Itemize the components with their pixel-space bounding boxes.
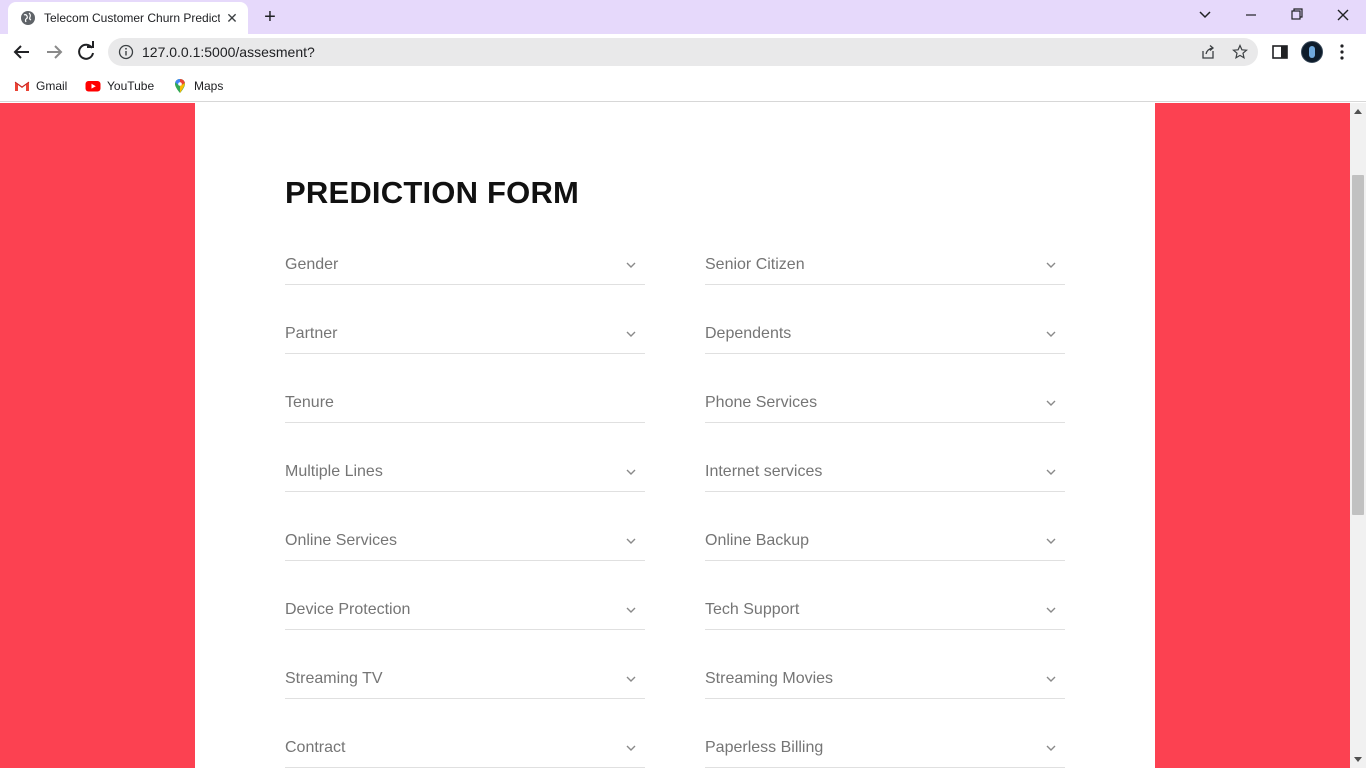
- chevron-down-icon: [1046, 538, 1056, 544]
- chevron-down-icon: [1046, 469, 1056, 475]
- device-protection-select[interactable]: Device Protection: [285, 592, 645, 630]
- field-label: Tech Support: [705, 601, 800, 618]
- reload-icon[interactable]: [73, 39, 99, 65]
- scroll-up-arrow-icon[interactable]: [1354, 109, 1362, 114]
- youtube-icon: [85, 80, 101, 92]
- bookmark-gmail[interactable]: Gmail: [14, 76, 67, 96]
- internet-services-select[interactable]: Internet services: [705, 454, 1065, 492]
- form-title: PREDICTION FORM: [285, 175, 580, 210]
- bookmark-maps[interactable]: Maps: [172, 76, 223, 96]
- partner-select[interactable]: Partner: [285, 316, 645, 354]
- form-card: PREDICTION FORM Gender Senior Citizen Pa…: [195, 103, 1155, 768]
- gmail-icon: [14, 81, 30, 91]
- globe-icon: [21, 11, 35, 25]
- side-panel-icon[interactable]: [1270, 42, 1290, 62]
- field-label: Partner: [285, 325, 338, 342]
- browser-titlebar: Telecom Customer Churn Predict ✕ +: [0, 0, 1366, 34]
- online-services-select[interactable]: Online Services: [285, 523, 645, 561]
- field-label: Online Services: [285, 532, 398, 549]
- gender-select[interactable]: Gender: [285, 247, 645, 285]
- tenure-input[interactable]: Tenure: [285, 385, 645, 423]
- share-icon[interactable]: [1200, 44, 1216, 60]
- field-label: Streaming TV: [285, 670, 383, 687]
- chevron-down-icon: [1046, 745, 1056, 751]
- tech-support-select[interactable]: Tech Support: [705, 592, 1065, 630]
- chevron-down-icon: [1046, 400, 1056, 406]
- maps-icon: [175, 78, 185, 93]
- field-label: Paperless Billing: [705, 739, 824, 756]
- contract-select[interactable]: Contract: [285, 730, 645, 768]
- chevron-down-icon: [1046, 607, 1056, 613]
- chevron-down-icon: [626, 469, 636, 475]
- senior-citizen-select[interactable]: Senior Citizen: [705, 247, 1065, 285]
- url-text[interactable]: 127.0.0.1:5000/assesment?: [142, 44, 315, 60]
- restore-icon[interactable]: [1282, 4, 1312, 26]
- field-label: Online Backup: [705, 532, 810, 549]
- field-label: Dependents: [705, 325, 792, 342]
- scrollbar-thumb[interactable]: [1352, 175, 1364, 515]
- field-label: Senior Citizen: [705, 256, 805, 273]
- browser-toolbar: 127.0.0.1:5000/assesment?: [0, 34, 1366, 70]
- new-tab-button[interactable]: +: [258, 6, 282, 28]
- info-icon[interactable]: [118, 44, 134, 60]
- close-tab-icon[interactable]: ✕: [224, 10, 240, 26]
- address-bar[interactable]: 127.0.0.1:5000/assesment?: [108, 38, 1258, 66]
- bookmark-label: YouTube: [107, 79, 155, 93]
- vertical-scrollbar[interactable]: [1350, 103, 1366, 768]
- close-window-icon[interactable]: [1328, 4, 1358, 26]
- online-backup-select[interactable]: Online Backup: [705, 523, 1065, 561]
- chevron-down-icon: [1046, 676, 1056, 682]
- tab-search-icon[interactable]: [1190, 4, 1220, 26]
- field-label: Gender: [285, 256, 339, 273]
- field-label: Contract: [285, 739, 346, 756]
- bookmark-label: Gmail: [36, 79, 68, 93]
- browser-tab[interactable]: Telecom Customer Churn Predict ✕: [8, 2, 248, 34]
- field-label: Device Protection: [285, 601, 411, 618]
- chevron-down-icon: [626, 262, 636, 268]
- forward-arrow-icon[interactable]: [41, 39, 67, 65]
- paperless-billing-select[interactable]: Paperless Billing: [705, 730, 1065, 768]
- chevron-down-icon: [626, 676, 636, 682]
- bookmark-youtube[interactable]: YouTube: [85, 76, 154, 96]
- chevron-down-icon: [626, 745, 636, 751]
- streaming-movies-select[interactable]: Streaming Movies: [705, 661, 1065, 699]
- multiple-lines-select[interactable]: Multiple Lines: [285, 454, 645, 492]
- chevron-down-icon: [626, 331, 636, 337]
- chevron-down-icon: [1046, 331, 1056, 337]
- page-background: PREDICTION FORM Gender Senior Citizen Pa…: [0, 103, 1350, 768]
- scroll-down-arrow-icon[interactable]: [1354, 757, 1362, 762]
- bookmark-star-icon[interactable]: [1232, 44, 1248, 60]
- field-placeholder: Tenure: [285, 394, 334, 411]
- chevron-down-icon: [1046, 262, 1056, 268]
- chevron-down-icon: [626, 538, 636, 544]
- dependents-select[interactable]: Dependents: [705, 316, 1065, 354]
- bookmark-label: Maps: [194, 79, 224, 93]
- minimize-icon[interactable]: [1236, 4, 1266, 26]
- back-arrow-icon[interactable]: [9, 39, 35, 65]
- bookmarks-bar: Gmail YouTube Maps: [0, 70, 1366, 102]
- field-label: Multiple Lines: [285, 463, 383, 480]
- field-label: Streaming Movies: [705, 670, 834, 687]
- tab-title: Telecom Customer Churn Predict: [44, 11, 220, 25]
- profile-avatar[interactable]: [1301, 41, 1323, 63]
- phone-services-select[interactable]: Phone Services: [705, 385, 1065, 423]
- field-label: Internet services: [705, 463, 823, 480]
- chevron-down-icon: [626, 607, 636, 613]
- streaming-tv-select[interactable]: Streaming TV: [285, 661, 645, 699]
- more-menu-icon[interactable]: [1336, 42, 1348, 62]
- field-label: Phone Services: [705, 394, 818, 411]
